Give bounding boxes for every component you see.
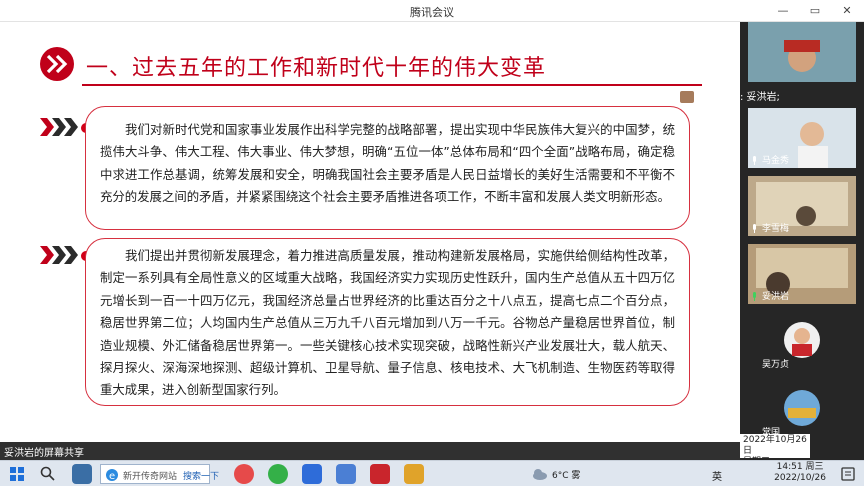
weather-cloud-icon xyxy=(533,469,547,480)
clock-time: 14:51 周三 xyxy=(776,462,824,472)
content-box-1: 我们对新时代党和国家事业发展作出科学完整的战略部署，提出实现中华民族伟大复兴的中… xyxy=(85,106,690,230)
screen-share-label: 妥洪岩的屏幕共享 xyxy=(4,448,84,459)
participant-name: 李雪梅 xyxy=(762,224,790,234)
bullet-arrows-icon xyxy=(40,246,78,264)
participant-tile[interactable]: 马金秀 xyxy=(748,108,856,168)
participant-tile[interactable]: 李雪梅 xyxy=(748,176,856,236)
wps-icon[interactable] xyxy=(370,464,390,484)
slide-title: 一、过去五年的工作和新时代十年的伟大变革 xyxy=(86,56,547,81)
microphone-icon xyxy=(753,224,756,233)
paragraph-2: 我们提出并贯彻新发展理念，着力推进高质量发展，推动构建新发展格局，实施供给侧结构… xyxy=(100,248,675,398)
participant-tile[interactable]: 妥洪岩 xyxy=(748,244,856,304)
participant-tile[interactable] xyxy=(748,22,856,82)
participant-panel[interactable]: 正在讲话: 妥洪岩; 马金秀 李雪梅 妥洪岩 吴万贞 常国 xyxy=(680,22,864,460)
svg-text:e: e xyxy=(109,471,115,482)
maximize-button[interactable]: ▭ xyxy=(804,2,826,20)
window-titlebar: 腾讯会议 — ▭ ✕ xyxy=(0,0,864,22)
microphone-icon xyxy=(753,156,756,165)
browser-search-text: 搜索一下 xyxy=(183,472,220,482)
weather-text: 6°C 雾 xyxy=(552,471,581,481)
close-button[interactable]: ✕ xyxy=(836,2,858,20)
microphone-active-icon xyxy=(753,292,756,301)
tencent-meeting-taskbar-icon[interactable] xyxy=(302,464,322,484)
file-explorer-icon[interactable] xyxy=(404,464,424,484)
participant-name: 马金秀 xyxy=(762,156,790,166)
paragraph-1: 我们对新时代党和国家事业发展作出科学完整的战略部署，提出实现中华民族伟大复兴的中… xyxy=(100,122,675,205)
minimize-button[interactable]: — xyxy=(772,2,794,20)
system-clock[interactable]: 14:51 周三 2022/10/26 xyxy=(774,462,826,484)
share-status-bar: 妥洪岩的屏幕共享 xyxy=(0,442,740,460)
browser-site-text: 新开传奇网站 xyxy=(123,472,178,482)
window-title: 腾讯会议 xyxy=(410,6,454,19)
app-icon[interactable] xyxy=(234,464,254,484)
speaking-indicator: 正在讲话: 妥洪岩; xyxy=(680,88,856,108)
taskbar: 新开传奇网站 搜索一下 e 6°C 雾 英 14:51 周三 2022/10/2… xyxy=(0,460,864,486)
ime-indicator[interactable]: 英 xyxy=(712,468,722,483)
participant-tile[interactable]: 常国 xyxy=(748,380,856,440)
participant-tile[interactable]: 吴万贞 xyxy=(748,312,856,372)
ie-browser-icon: e xyxy=(106,469,118,482)
title-underline xyxy=(82,84,702,86)
app-icon[interactable] xyxy=(268,464,288,484)
speaking-label: 正在讲话: 妥洪岩; xyxy=(700,92,780,103)
shared-screen: 一、过去五年的工作和新时代十年的伟大变革 我们对新时代党和国家事业发展作出科学完… xyxy=(0,22,740,442)
task-view-icon[interactable] xyxy=(72,464,92,484)
bullet-arrows-icon xyxy=(40,118,78,136)
date-overlay: 2022年10月26日 星期三 xyxy=(740,434,810,467)
title-chevron-icon xyxy=(40,47,74,81)
participant-name: 妥洪岩 xyxy=(762,292,790,302)
participant-video xyxy=(748,22,856,82)
search-icon[interactable] xyxy=(40,466,56,482)
overlay-date: 2022年10月26日 xyxy=(743,435,807,456)
app-icon[interactable] xyxy=(336,464,356,484)
clock-date: 2022/10/26 xyxy=(774,473,826,483)
participant-name: 吴万贞 xyxy=(762,360,790,370)
notification-icon[interactable] xyxy=(840,466,856,482)
content-box-2: 我们提出并贯彻新发展理念，着力推进高质量发展，推动构建新发展格局，实施供给侧结构… xyxy=(85,238,690,406)
browser-search-box[interactable]: 新开传奇网站 搜索一下 e xyxy=(100,464,219,484)
windows-start-icon[interactable] xyxy=(10,467,24,481)
speaker-avatar xyxy=(680,91,694,103)
